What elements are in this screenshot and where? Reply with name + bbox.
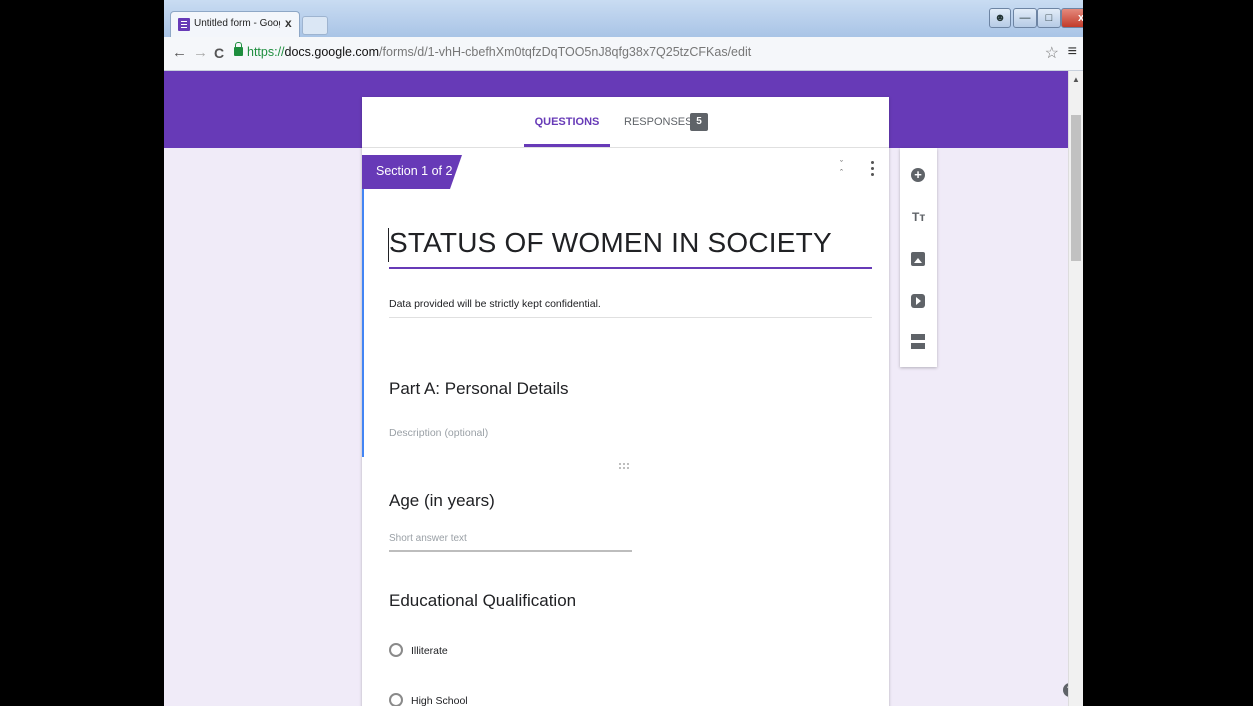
collapse-section-icon[interactable]: ˇˆ xyxy=(840,160,843,178)
radio-circle-icon[interactable] xyxy=(389,693,403,706)
maximize-button[interactable]: □ xyxy=(1037,8,1061,28)
responses-count-badge: 5 xyxy=(690,113,708,131)
form-title-input[interactable]: STATUS OF WOMEN IN SOCIETY xyxy=(389,227,832,259)
tab-close-icon[interactable]: x xyxy=(285,16,292,30)
new-tab-button[interactable] xyxy=(302,16,328,35)
title-underline xyxy=(389,267,872,269)
url-host: docs.google.com xyxy=(284,45,380,59)
address-toolbar: ← → C https://docs.google.com/forms/d/1-… xyxy=(164,37,1083,71)
section-title[interactable]: Part A: Personal Details xyxy=(389,379,569,399)
title-bar: Untitled form - Google Fo x ☻ — □ x xyxy=(164,0,1083,37)
description-underline xyxy=(389,317,872,318)
section-description-input[interactable]: Description (optional) xyxy=(389,427,488,439)
question-title[interactable]: Age (in years) xyxy=(389,491,495,511)
forms-favicon-icon xyxy=(178,18,190,31)
forms-editor-page: QUESTIONS RESPONSES 5 Section 1 of 2 ˇˆ … xyxy=(164,71,1068,706)
short-answer-underline xyxy=(389,550,632,552)
more-options-icon[interactable] xyxy=(871,161,875,179)
scroll-up-arrow-icon[interactable]: ▲ xyxy=(1072,75,1080,84)
browser-tab[interactable]: Untitled form - Google Fo x xyxy=(170,11,300,37)
radio-circle-icon[interactable] xyxy=(389,643,403,657)
short-answer-placeholder: Short answer text xyxy=(389,533,467,544)
reload-button[interactable]: C xyxy=(214,45,224,61)
address-bar[interactable]: https://docs.google.com/forms/d/1-vhH-cb… xyxy=(247,45,751,59)
close-window-button[interactable]: x xyxy=(1061,8,1083,28)
forward-button[interactable]: → xyxy=(193,44,208,61)
drag-handle-icon[interactable] xyxy=(619,463,631,471)
browser-window: Untitled form - Google Fo x ☻ — □ x ← → … xyxy=(164,0,1083,706)
page-scrollbar[interactable]: ▲ xyxy=(1068,71,1083,706)
minimize-button[interactable]: — xyxy=(1013,8,1037,28)
video-icon[interactable] xyxy=(911,294,925,308)
scroll-thumb[interactable] xyxy=(1071,115,1081,261)
active-section-indicator xyxy=(362,189,364,457)
user-profile-button[interactable]: ☻ xyxy=(989,8,1011,28)
option-label: Illiterate xyxy=(411,645,448,657)
tab-questions[interactable]: QUESTIONS xyxy=(524,97,610,147)
image-icon[interactable] xyxy=(911,252,925,266)
url-scheme: https:// xyxy=(247,45,285,59)
section-tag: Section 1 of 2 xyxy=(362,155,462,189)
browser-menu-icon[interactable]: ≡ xyxy=(1068,43,1077,61)
section-label: Section 1 of 2 xyxy=(376,164,453,178)
secure-lock-icon xyxy=(234,42,243,56)
tab-title: Untitled form - Google Fo xyxy=(194,18,280,29)
url-path: /forms/d/1-vhH-cbefhXm0tqfzDqTOO5nJ8qfg3… xyxy=(379,45,752,59)
bookmark-star-icon[interactable]: ☆ xyxy=(1045,43,1059,63)
add-question-icon[interactable]: + xyxy=(911,168,925,182)
title-icon[interactable]: Tт xyxy=(912,210,928,226)
side-toolbar: + Tт xyxy=(900,148,937,367)
option-label: High School xyxy=(411,695,468,706)
question-title[interactable]: Educational Qualification xyxy=(389,591,576,611)
editor-tabs: QUESTIONS RESPONSES 5 xyxy=(362,97,889,148)
form-card: QUESTIONS RESPONSES 5 Section 1 of 2 ˇˆ … xyxy=(362,97,889,706)
form-description-input[interactable]: Data provided will be strictly kept conf… xyxy=(389,298,601,310)
back-button[interactable]: ← xyxy=(172,44,187,61)
section-icon[interactable] xyxy=(911,334,925,349)
tab-responses[interactable]: RESPONSES xyxy=(624,97,692,147)
